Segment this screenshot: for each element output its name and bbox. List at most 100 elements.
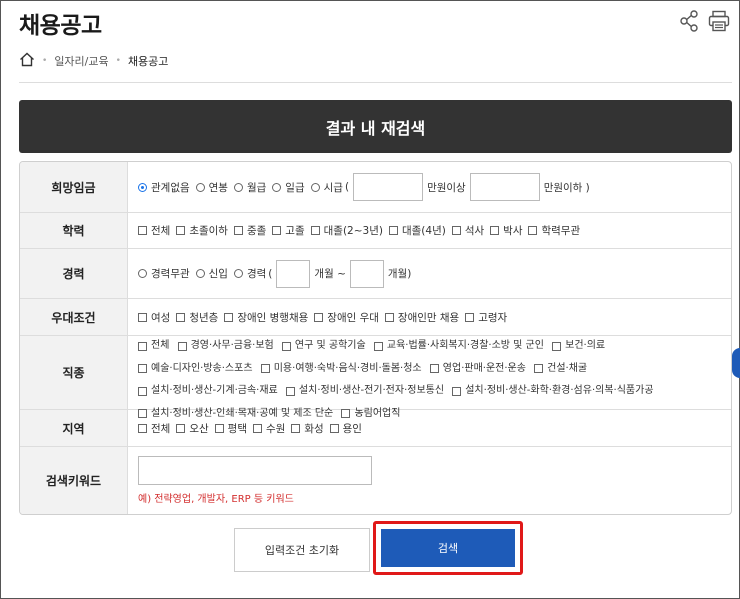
row-job-type: 직종 전체 경영·사무·금융·보험 연구 및 공학기술 교육·법률·사회복지·경… <box>20 336 731 419</box>
reset-button[interactable]: 입력조건 초기화 <box>234 528 370 572</box>
checkbox-icon[interactable] <box>451 226 461 235</box>
radio-icon[interactable] <box>138 269 147 278</box>
wage-option-annual[interactable]: 연봉 <box>195 180 228 195</box>
job-type-option[interactable]: 건설·채굴 <box>534 359 587 379</box>
checkbox-icon[interactable] <box>138 341 147 351</box>
wage-option-monthly[interactable]: 월급 <box>233 180 266 195</box>
job-type-option[interactable]: 설치·정비·생산-화학·환경·섬유·의복·식품가공 <box>452 381 654 401</box>
checkbox-icon[interactable] <box>176 226 186 235</box>
checkbox-icon[interactable] <box>214 423 224 433</box>
career-label: 경력 <box>20 249 128 298</box>
job-type-option[interactable]: 교육·법률·사회복지·경찰·소방 및 군인 <box>373 336 544 356</box>
keyword-cell: 예) 전략영업, 개발자, ERP 등 키워드 <box>128 447 731 514</box>
career-option-new[interactable]: 신입 <box>195 266 228 281</box>
education-option[interactable]: 대졸(2~3년) <box>310 223 383 238</box>
checkbox-icon[interactable] <box>490 226 500 235</box>
checkbox-icon[interactable] <box>452 386 462 396</box>
preference-option[interactable]: 장애인 우대 <box>314 310 379 325</box>
checkbox-icon[interactable] <box>552 341 562 351</box>
checkbox-icon[interactable] <box>388 226 398 235</box>
education-option[interactable]: 초졸이하 <box>176 223 228 238</box>
wage-min-input[interactable] <box>353 173 424 201</box>
checkbox-icon[interactable] <box>291 423 301 433</box>
education-option[interactable]: 박사 <box>490 223 522 238</box>
preference-option[interactable]: 여성 <box>138 310 170 325</box>
checkbox-icon[interactable] <box>177 341 187 351</box>
job-type-option[interactable]: 설치·정비·생산-전기·전자·정보통신 <box>285 381 444 401</box>
wage-max-input[interactable] <box>469 173 540 201</box>
job-type-option[interactable]: 보건·의료 <box>552 336 605 356</box>
row-career: 경력 경력무관 신입 경력 ( 개월 ~ 개월) <box>20 249 731 299</box>
checkbox-icon[interactable] <box>138 312 147 322</box>
wage-option-none[interactable]: 관계없음 <box>138 180 190 195</box>
checkbox-icon[interactable] <box>176 312 186 322</box>
checkbox-icon[interactable] <box>534 364 544 373</box>
region-option[interactable]: 화성 <box>291 421 324 436</box>
career-option-any[interactable]: 경력무관 <box>138 266 190 281</box>
radio-icon[interactable] <box>233 269 243 278</box>
radio-icon[interactable] <box>195 182 205 192</box>
checkbox-icon[interactable] <box>373 341 383 351</box>
preference-option[interactable]: 장애인 병행채용 <box>224 310 308 325</box>
education-option[interactable]: 학력무관 <box>528 223 580 238</box>
checkbox-icon[interactable] <box>138 364 147 373</box>
preference-option[interactable]: 청년층 <box>176 310 218 325</box>
checkbox-icon[interactable] <box>252 423 262 433</box>
checkbox-icon[interactable] <box>384 312 394 322</box>
region-option[interactable]: 평택 <box>214 421 247 436</box>
checkbox-icon[interactable] <box>233 226 243 235</box>
checkbox-icon[interactable] <box>528 226 538 235</box>
print-icon[interactable] <box>708 10 730 36</box>
career-to-input[interactable] <box>349 259 384 288</box>
region-option[interactable]: 오산 <box>176 421 209 436</box>
checkbox-icon[interactable] <box>285 386 295 396</box>
home-icon[interactable] <box>19 52 35 70</box>
career-options: 경력무관 신입 경력 ( 개월 ~ 개월) <box>128 249 731 298</box>
job-type-option[interactable]: 연구 및 공학기술 <box>281 336 366 356</box>
checkbox-icon[interactable] <box>260 364 270 373</box>
checkbox-icon[interactable] <box>224 312 234 322</box>
radio-icon[interactable] <box>233 182 243 192</box>
region-option[interactable]: 수원 <box>252 421 285 436</box>
preference-option[interactable]: 고령자 <box>465 310 507 325</box>
search-button[interactable]: 검색 <box>381 529 515 567</box>
checkbox-icon[interactable] <box>314 312 324 322</box>
job-type-option[interactable]: 미용·여행·숙박·음식·경비·돌봄·청소 <box>260 359 422 379</box>
region-option[interactable]: 용인 <box>329 421 362 436</box>
checkbox-icon[interactable] <box>329 423 339 433</box>
checkbox-icon[interactable] <box>272 226 282 235</box>
education-option[interactable]: 석사 <box>451 223 484 238</box>
radio-icon[interactable] <box>272 182 282 192</box>
side-tab-handle[interactable] <box>732 348 740 378</box>
region-option[interactable]: 전체 <box>138 421 170 436</box>
education-option[interactable]: 중졸 <box>233 223 266 238</box>
search-button-highlight: 검색 <box>373 521 523 575</box>
career-from-input[interactable] <box>276 259 311 288</box>
preference-option[interactable]: 장애인만 채용 <box>384 310 459 325</box>
job-type-option[interactable]: 설치·정비·생산-기계·금속·재료 <box>138 381 278 401</box>
checkbox-icon[interactable] <box>465 312 475 322</box>
keyword-input[interactable] <box>138 456 372 485</box>
wage-option-hourly[interactable]: 시급 <box>310 180 343 195</box>
job-type-option[interactable]: 예술·디자인·방송·스포츠 <box>138 359 253 379</box>
checkbox-icon[interactable] <box>310 226 320 235</box>
radio-icon[interactable] <box>195 269 205 278</box>
career-option-experienced[interactable]: 경력 <box>233 266 266 281</box>
radio-icon[interactable] <box>138 182 147 192</box>
radio-icon[interactable] <box>310 182 320 192</box>
wage-option-daily[interactable]: 일급 <box>272 180 305 195</box>
checkbox-icon[interactable] <box>138 423 147 433</box>
job-type-option[interactable]: 영업·판매·운전·운송 <box>429 359 526 379</box>
checkbox-icon[interactable] <box>176 423 186 433</box>
education-option[interactable]: 전체 <box>138 223 170 238</box>
checkbox-icon[interactable] <box>138 226 147 235</box>
job-type-option[interactable]: 경영·사무·금융·보험 <box>177 336 274 356</box>
checkbox-icon[interactable] <box>138 386 147 396</box>
job-type-option[interactable]: 전체 <box>138 336 169 356</box>
education-option[interactable]: 고졸 <box>272 223 305 238</box>
checkbox-icon[interactable] <box>429 364 439 373</box>
share-icon[interactable] <box>680 10 698 36</box>
breadcrumb-level1[interactable]: 일자리/교육 <box>54 53 108 69</box>
education-option[interactable]: 대졸(4년) <box>388 223 446 238</box>
checkbox-icon[interactable] <box>281 341 291 351</box>
